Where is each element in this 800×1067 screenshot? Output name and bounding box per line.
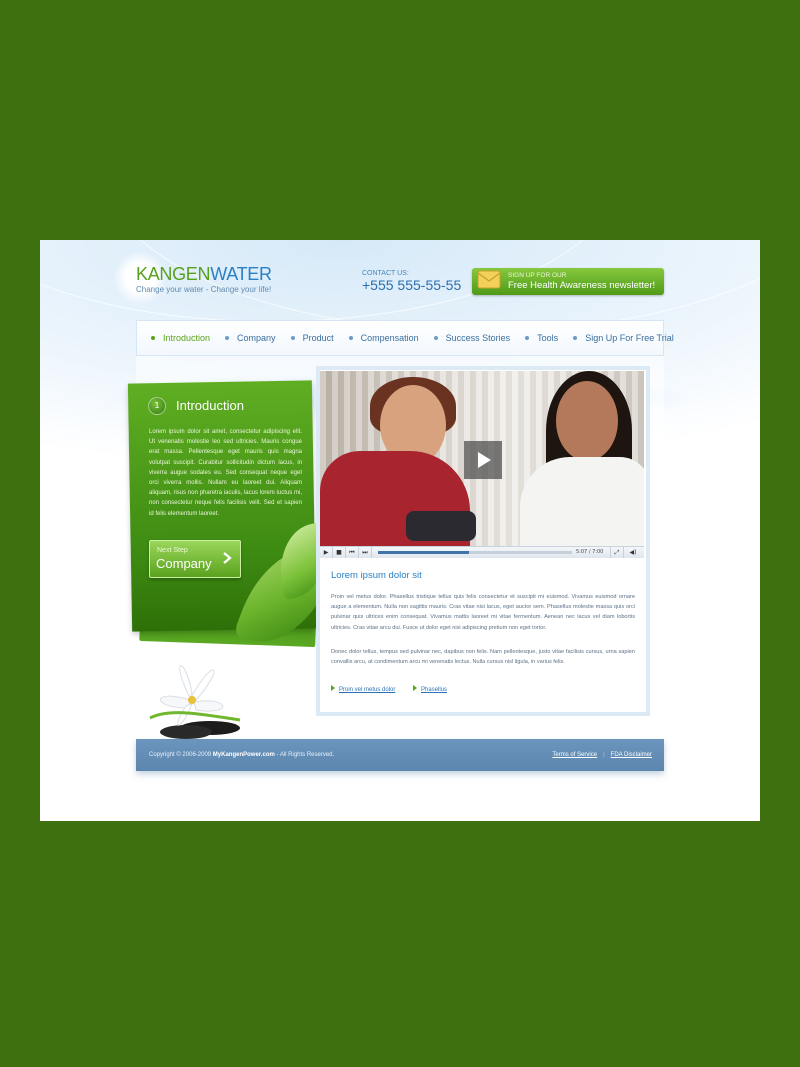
stop-icon[interactable]: ■ — [333, 547, 346, 558]
article-paragraph: Donec dolor tellus, tempus sed pulvinar … — [331, 649, 635, 666]
article-link-phasellus[interactable]: Phasellus — [421, 687, 447, 693]
bullet-arrow-icon — [331, 685, 335, 691]
copyright-suffix: - All Rights Reserved. — [274, 752, 335, 758]
rewind-icon[interactable]: ⏮ — [346, 547, 359, 558]
skip-forward-icon[interactable]: ⏭ — [359, 547, 372, 558]
bullet-icon — [525, 336, 530, 340]
nav-item-company[interactable]: Company — [225, 333, 276, 343]
nav-item-compensation[interactable]: Compensation — [348, 333, 419, 343]
video-player[interactable] — [320, 371, 644, 546]
article-paragraph: Proin vel metus dolor. Phasellus tristiq… — [331, 594, 635, 631]
next-step-big-label: Company — [156, 556, 212, 571]
nav-item-label: Introduction — [163, 333, 211, 343]
footer-separator: | — [603, 752, 605, 758]
nav-item-product[interactable]: Product — [290, 333, 334, 343]
article-title: Lorem ipsum dolor sit — [331, 570, 422, 581]
logo-text-water: WATER — [210, 264, 272, 284]
website-mockup: KANGENWATER Change your water - Change y… — [40, 240, 760, 821]
video-time: 5:07 / 7:00 — [576, 549, 604, 555]
newsletter-big-text: Free Health Awareness newsletter! — [508, 280, 656, 291]
volume-icon[interactable]: ◀) — [623, 547, 643, 558]
video-controls: ▶ ■ ⏮ ⏭ 5:07 / 7:00 ⤢ ◀) — [320, 546, 644, 558]
nav-item-introduction[interactable]: Introduction — [151, 333, 210, 343]
logo-tagline: Change your water - Change your life! — [136, 285, 272, 294]
intro-step-number: 1 — [148, 397, 166, 415]
intro-text: Lorem ipsum dolor sit amet, consectetur … — [149, 429, 302, 517]
nav-item-sign-up[interactable]: Sign Up For Free Trial — [573, 333, 674, 343]
nav-item-label: Success Stories — [445, 333, 511, 343]
nav-item-label: Product — [302, 333, 334, 343]
bullet-arrow-icon — [413, 685, 418, 691]
copyright-text: Copyright © 2006-2009 MyKangenPower.com … — [149, 752, 334, 758]
video-progress-bar[interactable] — [378, 551, 572, 554]
terms-of-service-link[interactable]: Terms of Service — [552, 752, 597, 758]
fullscreen-icon[interactable]: ⤢ — [610, 547, 624, 558]
nav-item-label: Tools — [537, 333, 559, 343]
video-person-doctor — [556, 381, 618, 461]
logo-text: KANGENWATER — [136, 264, 272, 285]
envelope-icon — [477, 270, 501, 289]
newsletter-small-text: SIGN UP FOR OUR — [508, 272, 567, 279]
bullet-icon — [348, 336, 353, 340]
copyright-site: MyKangenPower.com — [212, 752, 275, 758]
newsletter-signup-button[interactable]: SIGN UP FOR OUR Free Health Awareness ne… — [472, 268, 664, 295]
copyright-prefix: Copyright © 2006-2009 — [149, 752, 213, 758]
play-control-icon[interactable]: ▶ — [320, 547, 333, 558]
nav-item-label: Company — [237, 333, 276, 343]
arrow-right-icon — [223, 552, 232, 564]
next-step-small-label: Next Step — [157, 547, 188, 554]
site-logo[interactable]: KANGENWATER Change your water - Change y… — [114, 252, 272, 308]
next-step-button[interactable]: Next Step Company — [149, 540, 241, 578]
site-footer: Copyright © 2006-2009 MyKangenPower.com … — [136, 739, 664, 771]
blood-pressure-cuff — [406, 511, 476, 541]
play-icon[interactable] — [464, 441, 502, 479]
article-link-proin[interactable]: Proin vel metus dolor — [339, 687, 395, 693]
footer-links: Terms of Service | FDA Disclaimer — [552, 752, 652, 758]
nav-item-success-stories[interactable]: Success Stories — [433, 333, 511, 343]
main-navigation: Introduction Company Product Compensatio… — [136, 320, 674, 356]
video-person-doctor — [520, 457, 644, 546]
bullet-icon — [433, 336, 438, 340]
logo-text-kangen: KANGEN — [136, 264, 211, 284]
bullet-icon — [151, 336, 155, 340]
lily-flower-image — [149, 665, 241, 739]
intro-title: Introduction — [176, 398, 244, 413]
nav-item-label: Sign Up For Free Trial — [585, 333, 674, 343]
fda-disclaimer-link[interactable]: FDA Disclaimer — [611, 752, 652, 758]
bullet-icon — [225, 336, 230, 340]
video-progress-fill — [378, 551, 470, 554]
article-links: Proin vel metus dolor Phasellus — [331, 685, 463, 693]
contact-label: CONTACT US: — [362, 270, 409, 277]
nav-item-tools[interactable]: Tools — [525, 333, 558, 343]
contact-info: CONTACT US: +555 555-55-55 — [362, 270, 461, 293]
bullet-icon — [573, 336, 578, 340]
contact-phone: +555 555-55-55 — [362, 277, 462, 293]
nav-item-label: Compensation — [360, 333, 419, 343]
bullet-icon — [290, 336, 295, 340]
